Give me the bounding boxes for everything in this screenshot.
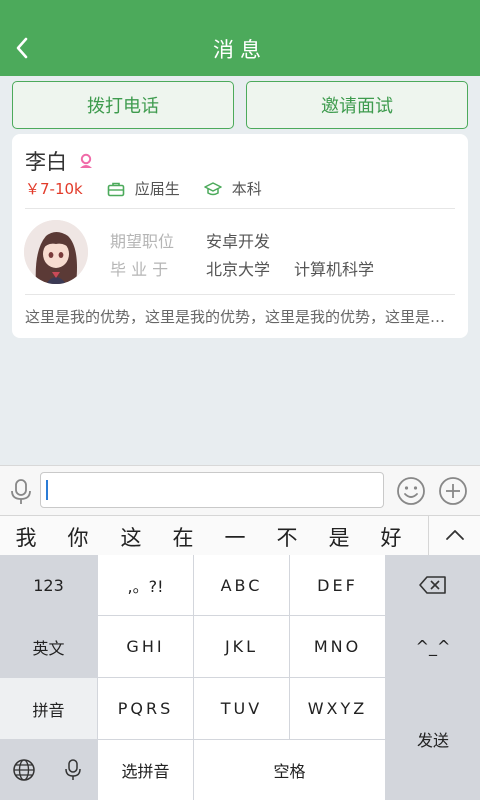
divider (25, 208, 455, 209)
globe-icon (13, 759, 35, 781)
call-button[interactable]: 拨打电话 (12, 81, 234, 129)
avatar (24, 220, 88, 284)
graduation-cap-icon (204, 181, 222, 195)
key-abc[interactable]: ABC (194, 555, 289, 615)
key-wxyz[interactable]: WXYZ (290, 678, 385, 739)
candidate-word[interactable]: 不 (274, 522, 300, 552)
globe-key[interactable] (0, 740, 48, 800)
candidate-word[interactable]: 我 (13, 522, 39, 552)
expected-position-row: 期望职位 安卓开发 (110, 228, 270, 252)
candidate-word[interactable]: 在 (170, 522, 196, 552)
salary: ￥7-10k (25, 180, 83, 198)
invite-interview-button[interactable]: 邀请面试 (246, 81, 468, 129)
candidate-word[interactable]: 是 (326, 522, 352, 552)
microphone-icon (65, 759, 81, 780)
name-row: 李白 (25, 146, 95, 176)
key-emoticon[interactable]: ^_^ (386, 616, 480, 677)
voice-key[interactable] (49, 740, 97, 800)
key-english[interactable]: 英文 (0, 616, 97, 677)
divider (428, 516, 429, 556)
expected-position-label: 期望职位 (110, 232, 175, 251)
candidate-name: 李白 (25, 150, 67, 174)
key-select-pinyin[interactable]: 选拼音 (98, 740, 193, 800)
emoji-icon[interactable] (396, 476, 426, 506)
candidate-card[interactable]: 李白 ￥7-10k 应届生 本科 期望职位 安卓开发 毕 业 于 北京大学 计算… (12, 134, 468, 338)
expected-position: 安卓开发 (206, 232, 271, 251)
chat-input-bar (0, 465, 480, 515)
key-ghi[interactable]: GHI (98, 616, 193, 677)
degree: 本科 (231, 180, 262, 198)
female-icon (80, 153, 92, 168)
advantage-text: 这里是我的优势，这里是我的优势，这里是我的优势，这里是我的优势 (25, 308, 456, 326)
ime-candidate-bar: 我 你 这 在 一 不 是 好 (0, 515, 480, 556)
keyboard: 123 ,。?! ABC DEF 英文 GHI JKL MNO ^_^ 拼音 P… (0, 555, 480, 800)
key-pinyin[interactable]: 拼音 (0, 678, 97, 739)
add-icon[interactable] (438, 476, 468, 506)
key-punctuation[interactable]: ,。?! (98, 555, 193, 615)
major: 计算机科学 (294, 260, 375, 279)
backspace-icon (419, 576, 446, 594)
graduated-label: 毕 业 于 (110, 260, 169, 279)
key-tuv[interactable]: TUV (194, 678, 289, 739)
info-row: ￥7-10k 应届生 本科 (25, 178, 262, 199)
candidate-word[interactable]: 这 (118, 522, 144, 552)
briefcase-icon (107, 182, 125, 196)
voice-input-icon[interactable] (10, 478, 32, 506)
key-mno[interactable]: MNO (290, 616, 385, 677)
work-status: 应届生 (134, 180, 180, 198)
expand-candidates-icon[interactable] (444, 526, 466, 544)
divider (25, 294, 455, 295)
action-buttons: 拨打电话 邀请面试 (12, 81, 468, 129)
key-jkl[interactable]: JKL (194, 616, 289, 677)
send-key[interactable]: 发送 (386, 678, 480, 800)
message-input[interactable] (40, 472, 384, 508)
candidate-word[interactable]: 一 (222, 522, 248, 552)
school: 北京大学 (206, 260, 271, 279)
key-pqrs[interactable]: PQRS (98, 678, 193, 739)
key-def[interactable]: DEF (290, 555, 385, 615)
page-title: 消息 (213, 38, 267, 62)
candidate-word[interactable]: 你 (65, 522, 91, 552)
backspace-key[interactable] (386, 555, 480, 615)
candidate-word[interactable]: 好 (378, 522, 404, 552)
text-caret (46, 480, 48, 500)
space-key[interactable]: 空格 (194, 740, 385, 800)
education-row: 毕 业 于 北京大学 计算机科学 (110, 256, 374, 280)
app-header: 消息 (0, 0, 480, 76)
key-123[interactable]: 123 (0, 555, 97, 615)
